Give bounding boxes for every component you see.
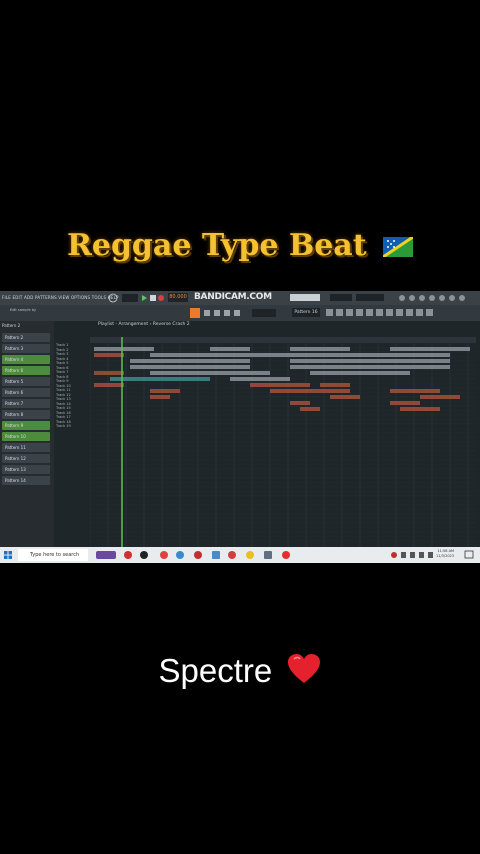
clip[interactable]	[290, 401, 310, 405]
heart-icon	[287, 653, 321, 693]
clip[interactable]	[400, 407, 440, 411]
clip[interactable]	[150, 389, 180, 393]
pattern-item[interactable]: Pattern 14	[2, 476, 50, 485]
pattern-item[interactable]: Pattern 4	[2, 355, 50, 364]
main-menu[interactable]: FILE EDIT ADD PATTERNS VIEW OPTIONS TOOL…	[2, 295, 119, 300]
clip[interactable]	[94, 383, 124, 387]
bandicam-watermark: BANDICAM.COM	[194, 292, 272, 302]
clip[interactable]	[390, 389, 440, 393]
pattern-item[interactable]: Pattern 10	[2, 432, 50, 441]
pattern-item[interactable]: Pattern 5	[2, 377, 50, 386]
clip[interactable]	[150, 395, 170, 399]
clip[interactable]	[390, 347, 470, 351]
taskbar-chrome-icon[interactable]	[246, 551, 254, 559]
taskbar-search-box[interactable]: Type here to search	[18, 549, 88, 561]
taskbar-clock: 11:58 AM 11/3/2023	[436, 549, 454, 559]
pattern-item[interactable]: Pattern 12	[2, 454, 50, 463]
taskbar-record-icon[interactable]	[124, 551, 132, 559]
pattern-item[interactable]: Pattern 6	[2, 388, 50, 397]
clip[interactable]	[310, 371, 410, 375]
playlist-grid[interactable]	[90, 337, 476, 547]
hint-bar: Edit sample by	[10, 308, 37, 312]
system-tray-icons[interactable]	[390, 551, 436, 559]
clip[interactable]	[290, 347, 350, 351]
clip[interactable]	[130, 365, 250, 369]
video-caption: Spectre	[0, 652, 480, 693]
clip[interactable]	[94, 371, 124, 375]
solomon-islands-flag-icon	[382, 230, 414, 265]
toolbar-shortcut-icons[interactable]	[326, 309, 476, 317]
taskbar-app-thumbnail-icon[interactable]	[96, 551, 116, 559]
windows-start-icon[interactable]	[4, 551, 12, 559]
taskbar-app-4-icon[interactable]	[264, 551, 272, 559]
pattern-item[interactable]: Pattern 6	[2, 366, 50, 375]
video-caption-text: Spectre	[158, 652, 273, 689]
taskbar-folder-icon[interactable]	[212, 551, 220, 559]
taskbar-edge-icon[interactable]	[176, 551, 184, 559]
pattern-item[interactable]: Pattern 7	[2, 399, 50, 408]
clip[interactable]	[250, 383, 310, 387]
snap-tools[interactable]	[190, 308, 290, 318]
video-title-text: Reggae Type Beat	[66, 228, 367, 263]
fl-studio-screenshot: FILE EDIT ADD PATTERNS VIEW OPTIONS TOOL…	[0, 291, 480, 563]
track-label[interactable]: Track 19	[56, 424, 88, 429]
playlist-title: Playlist - Arrangement › Reverse Crash 2	[98, 322, 190, 327]
clip[interactable]	[210, 347, 250, 351]
taskbar-tiktok-icon[interactable]	[140, 551, 148, 559]
pattern-item[interactable]: Pattern 2	[2, 333, 50, 342]
pattern-item[interactable]: Pattern 8	[2, 410, 50, 419]
tempo-display[interactable]: 80.000	[168, 293, 188, 302]
clip[interactable]	[150, 371, 270, 375]
pattern-selector[interactable]: Pattern 16	[292, 308, 320, 317]
playlist-arrangement: Playlist - Arrangement › Reverse Crash 2…	[54, 321, 480, 547]
clip[interactable]	[290, 359, 450, 363]
clip[interactable]	[130, 359, 250, 363]
transport-controls[interactable]	[108, 293, 164, 303]
pattern-item[interactable]: Pattern 3	[2, 344, 50, 353]
clip[interactable]	[110, 377, 210, 381]
pattern-item[interactable]: Pattern 13	[2, 465, 50, 474]
secondary-toolbar: Edit sample by Pattern 16	[0, 305, 480, 321]
clip[interactable]	[330, 395, 360, 399]
clip[interactable]	[300, 407, 320, 411]
timeline-ruler	[90, 337, 476, 343]
clip[interactable]	[94, 353, 124, 357]
menu-bar: FILE EDIT ADD PATTERNS VIEW OPTIONS TOOL…	[0, 291, 480, 305]
pattern-item[interactable]: Pattern 9	[2, 421, 50, 430]
track-label-column: Track 1 Track 2 Track 3 Track 4 Track 5 Track…	[56, 343, 88, 429]
clip[interactable]	[270, 389, 350, 393]
pattern-item[interactable]: Pattern 11	[2, 443, 50, 452]
clip[interactable]	[390, 401, 420, 405]
taskbar-app-3-icon[interactable]	[228, 551, 236, 559]
taskbar-app-icon[interactable]	[160, 551, 168, 559]
taskbar-date: 11/3/2023	[436, 554, 454, 558]
clip[interactable]	[230, 377, 290, 381]
clip[interactable]	[94, 347, 154, 351]
top-right-toolbar-icons[interactable]	[290, 293, 480, 303]
clip[interactable]	[420, 395, 460, 399]
channel-rack-patterns: Pattern 2 Pattern 2 Pattern 3 Pattern 4 Pat…	[0, 321, 54, 547]
notification-icon[interactable]	[464, 550, 474, 560]
clip[interactable]	[290, 365, 450, 369]
clip[interactable]	[150, 353, 450, 357]
video-title: Reggae Type Beat	[0, 228, 480, 265]
taskbar-search-placeholder: Type here to search	[30, 552, 80, 558]
channel-rack-title: Pattern 2	[2, 323, 21, 328]
taskbar-opera-icon[interactable]	[282, 551, 290, 559]
windows-taskbar: Type here to search 11:58 AM 11/3/2023	[0, 547, 480, 563]
clip[interactable]	[320, 383, 350, 387]
taskbar-app-2-icon[interactable]	[194, 551, 202, 559]
